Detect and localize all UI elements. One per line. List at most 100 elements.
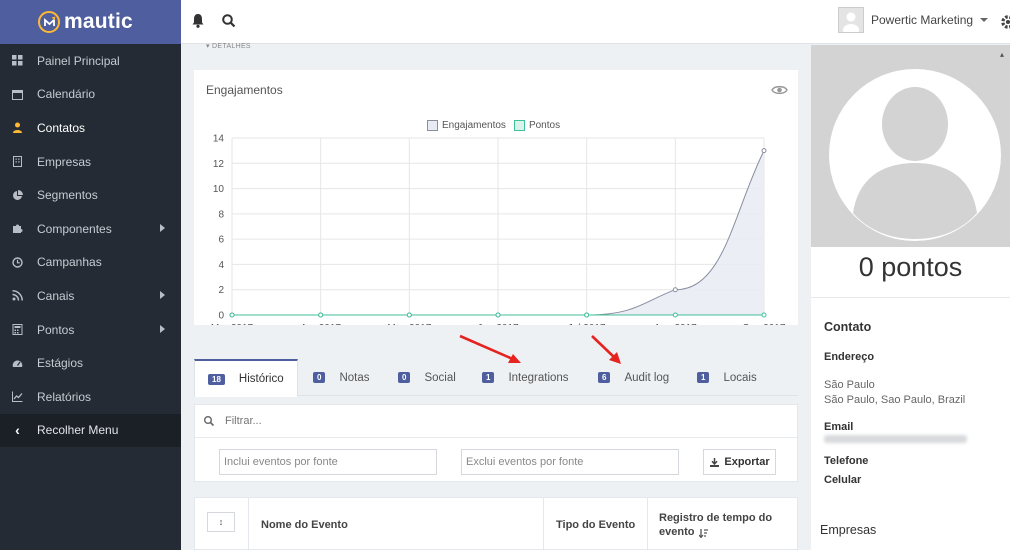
pie-icon	[12, 189, 23, 201]
y-tick-label: 2	[218, 285, 224, 296]
scroll-up-icon[interactable]: ▴	[1000, 50, 1010, 60]
column-header-event-type[interactable]: Tipo do Evento	[556, 498, 635, 550]
data-point	[229, 312, 235, 318]
collapse-menu-label: Recolher Menu	[37, 423, 119, 438]
mobile-label: Celular	[824, 474, 862, 486]
column-header-timestamp-label: Registro de tempo do evento	[659, 511, 773, 538]
legend-label-engajamentos: Engajamentos	[442, 120, 506, 131]
caret-right-icon	[160, 223, 165, 232]
exclude-sources-select[interactable]: Exclui eventos por fonte	[461, 449, 679, 475]
legend-label-pontos: Pontos	[528, 120, 561, 131]
email-label: Email	[824, 421, 854, 433]
x-tick-label: Sep 2017	[743, 323, 786, 325]
engagement-title: Engajamentos	[206, 83, 283, 97]
annotation-arrow-audit-log	[591, 335, 621, 364]
y-tick-label: 6	[218, 235, 224, 246]
eye-icon[interactable]	[771, 84, 788, 96]
tab-label: Audit log	[624, 371, 670, 384]
filter-input[interactable]	[225, 415, 525, 427]
contact-avatar: ▴	[811, 45, 1010, 247]
tab-badge: 0	[313, 372, 326, 383]
include-sources-select[interactable]: Inclui eventos por fonte	[219, 449, 437, 475]
legend-item-engajamentos[interactable]: Engajamentos	[427, 120, 506, 131]
events-table-header: ↕ Nome do Evento Tipo do Evento Registro…	[194, 497, 798, 550]
bell-icon[interactable]	[189, 12, 207, 30]
tab-historico[interactable]: 18 Histórico	[194, 359, 298, 397]
legend-swatch-engajamentos	[427, 120, 438, 131]
search-icon[interactable]	[220, 12, 238, 30]
sidebar-item-canais[interactable]: Canais	[0, 279, 181, 313]
y-tick-label: 0	[218, 311, 224, 322]
data-point	[672, 312, 678, 318]
x-tick-label: Mar 2017	[211, 323, 254, 325]
sidebar-item-relatorios[interactable]: Relatórios	[0, 380, 181, 414]
email-value-redacted	[824, 435, 967, 443]
y-tick-label: 12	[213, 159, 225, 170]
chart-legend: Engajamentos Pontos	[427, 120, 568, 131]
details-toggle[interactable]: ▾ DETALHES	[206, 42, 251, 50]
exclude-sources-placeholder: Exclui eventos por fonte	[466, 456, 584, 468]
y-tick-label: 8	[218, 209, 224, 220]
x-tick-label: May 2017	[387, 323, 431, 325]
tab-notas[interactable]: 0 Notas	[300, 359, 383, 396]
y-tick-label: 14	[213, 134, 225, 145]
sort-amount-icon	[699, 529, 708, 538]
puzzle-icon	[12, 223, 23, 234]
collapse-menu-button[interactable]: ‹ Recolher Menu	[0, 413, 181, 448]
tab-label: Notas	[339, 371, 370, 384]
engagement-chart: 0 2 4 6 8 10 12 14 Mar 2017 Apr 2017 May 2017 Jun 2…	[211, 134, 786, 326]
sidebar-item-componentes[interactable]: Componentes	[0, 212, 181, 246]
tab-label: Histórico	[238, 373, 284, 385]
data-point	[495, 312, 501, 318]
sidebar-item-painel-principal[interactable]: Painel Principal	[0, 44, 181, 78]
filter-row	[195, 405, 797, 438]
data-point	[318, 312, 324, 318]
contact-section-title: Contato	[824, 320, 872, 334]
sidebar-item-estagios[interactable]: Estágios	[0, 346, 181, 380]
x-tick-label: Aug 2017	[654, 323, 697, 325]
y-tick-label: 4	[218, 260, 224, 271]
sidebar-item-label: Relatórios	[37, 389, 92, 404]
sidebar-item-label: Painel Principal	[37, 53, 120, 68]
legend-item-pontos[interactable]: Pontos	[513, 120, 561, 131]
tab-label: Locais	[723, 371, 757, 384]
clock-icon	[12, 257, 23, 268]
tab-badge: 6	[598, 372, 611, 383]
sidebar-item-label: Canais	[37, 288, 75, 303]
tab-badge: 1	[482, 372, 495, 383]
sidebar-item-segmentos[interactable]: Segmentos	[0, 178, 181, 212]
caret-down-icon	[980, 18, 989, 22]
sidebar-item-empresas[interactable]: Empresas	[0, 145, 181, 179]
sidebar-item-label: Calendário	[37, 87, 96, 102]
sidebar-item-pontos[interactable]: Pontos	[0, 313, 181, 347]
x-tick-label: Jul 2017	[568, 323, 606, 325]
sidebar-item-campanhas[interactable]: Campanhas	[0, 246, 181, 280]
phone-label: Telefone	[824, 455, 869, 467]
column-divider	[248, 498, 249, 550]
column-header-event-name[interactable]: Nome do Evento	[261, 498, 348, 550]
contact-sidebar: ▴ 0 pontos Contato Endereço São Paulo Sã…	[811, 45, 1010, 550]
chevron-left-icon: ‹	[15, 422, 20, 439]
gear-icon[interactable]	[999, 13, 1010, 31]
column-header-event-timestamp[interactable]: Registro de tempo do evento	[659, 498, 779, 550]
sidebar-item-label: Pontos	[37, 322, 75, 337]
include-sources-placeholder: Inclui eventos por fonte	[224, 456, 338, 468]
data-point	[584, 312, 590, 318]
companies-title: Empresas	[820, 523, 877, 537]
x-tick-label: Jun 2017	[477, 323, 519, 325]
address-line-1: São Paulo	[824, 379, 875, 391]
brand-bar[interactable]: mautic	[0, 0, 181, 44]
y-tick-label: 10	[213, 184, 225, 195]
user-menu[interactable]: Powertic Marketing	[838, 7, 989, 33]
sidebar-item-contatos[interactable]: Contatos	[0, 111, 181, 145]
data-point	[761, 312, 767, 318]
sidebar-item-calendario[interactable]: Calendário	[0, 78, 181, 112]
mautic-logo-icon	[38, 11, 60, 33]
tab-locais[interactable]: 1 Locais	[684, 359, 770, 396]
export-button[interactable]: Exportar	[703, 449, 776, 475]
column-divider	[543, 498, 544, 550]
export-label: Exportar	[724, 456, 770, 468]
brand-name: mautic	[64, 10, 133, 33]
column-sort-button[interactable]: ↕	[207, 512, 235, 532]
sidebar-item-label: Empresas	[37, 154, 92, 169]
